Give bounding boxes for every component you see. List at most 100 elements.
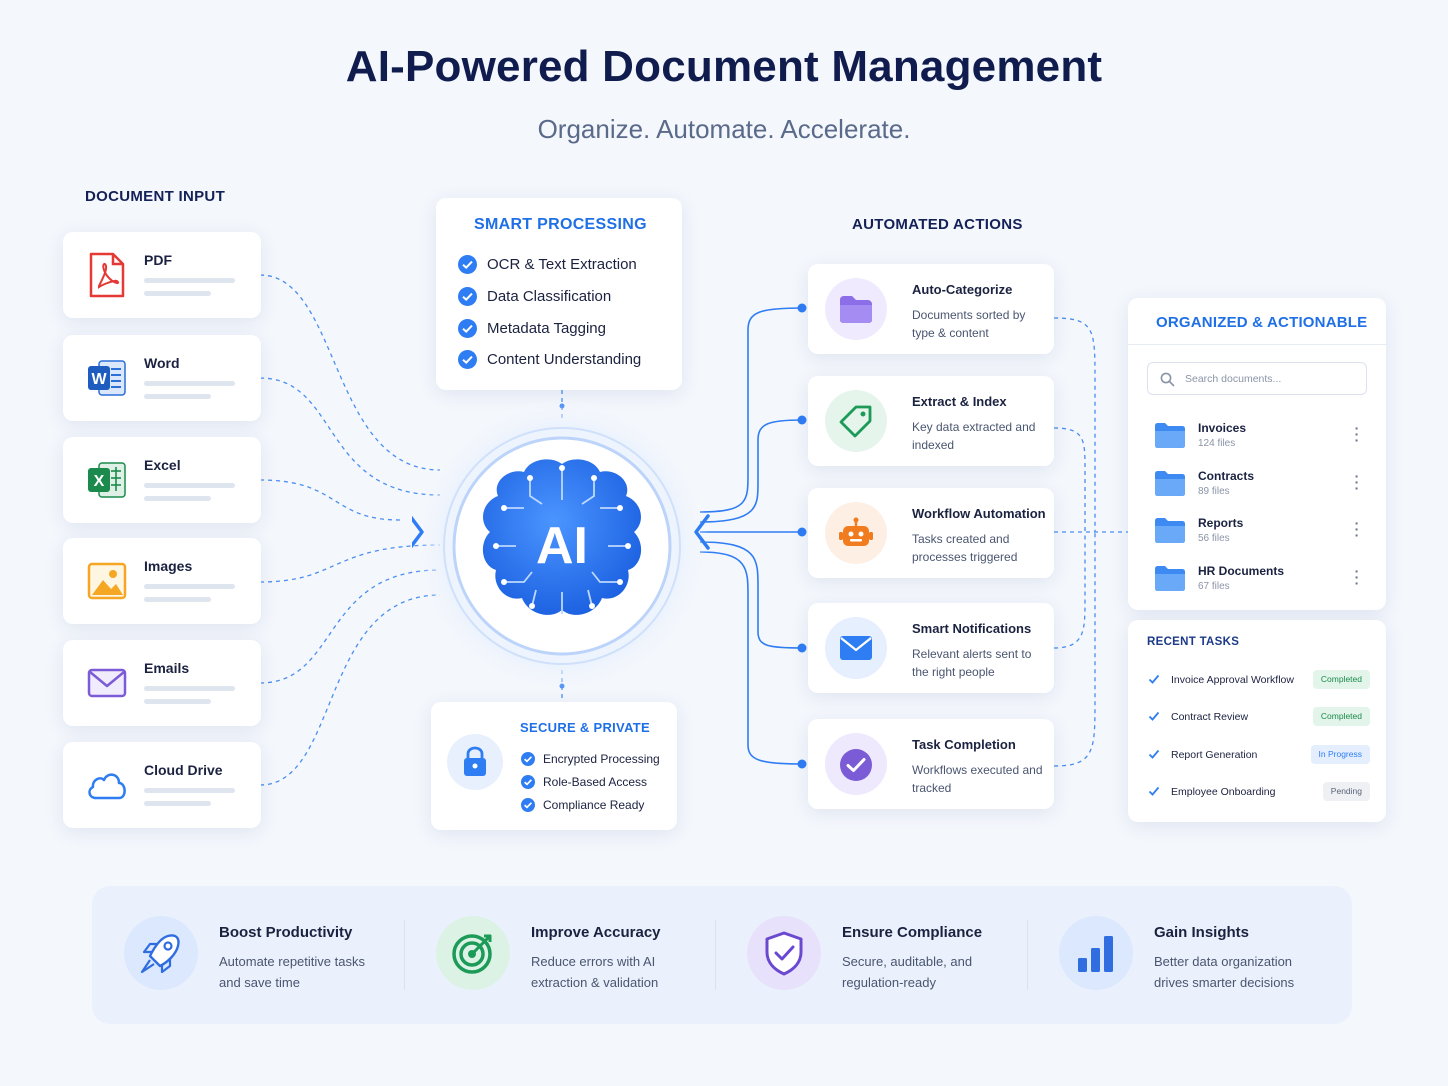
more-icon[interactable]: · · · (1354, 516, 1360, 542)
folder-icon (1155, 566, 1185, 591)
secure-item: Role-Based Access (521, 774, 647, 789)
action-title: Smart Notifications (912, 621, 1032, 636)
folder-icon (840, 296, 872, 323)
search-input[interactable]: Search documents... (1147, 362, 1367, 395)
more-icon[interactable]: · · · (1354, 469, 1360, 495)
action-title: Task Completion (912, 737, 1016, 752)
folder-row-invoices[interactable]: Invoices 124 files · · · (1154, 421, 1370, 461)
processing-item: Content Understanding (458, 350, 641, 369)
benefit-title: Boost Productivity (219, 924, 353, 941)
processing-item: Data Classification (458, 287, 611, 306)
check-icon (1148, 674, 1160, 684)
svg-text:W: W (91, 371, 107, 388)
folder-row-contracts[interactable]: Contracts 89 files · · · (1154, 469, 1370, 509)
input-card-emails[interactable]: Emails (63, 640, 261, 726)
benefit-desc: Reduce errors with AI extraction & valid… (531, 954, 659, 990)
check-circle-icon (840, 749, 872, 781)
input-card-label: Excel (144, 457, 181, 473)
more-icon[interactable]: · · · (1354, 421, 1360, 447)
robot-icon (839, 517, 873, 546)
check-icon (458, 350, 477, 369)
action-card-workflow-automation[interactable]: Workflow Automation Tasks created and pr… (808, 488, 1054, 578)
recent-tasks-panel: RECENT TASKS Invoice Approval Workflow C… (1128, 620, 1386, 822)
action-title: Extract & Index (912, 394, 1007, 409)
action-desc: Workflows executed and tracked (912, 763, 1043, 795)
benefit-title: Gain Insights (1154, 924, 1250, 941)
document-input-label: DOCUMENT INPUT (85, 188, 226, 205)
task-row[interactable]: Employee Onboarding Pending (1148, 782, 1370, 804)
action-desc: Tasks created and processes triggered (912, 532, 1018, 564)
folder-row-hr-documents[interactable]: HR Documents 67 files · · · (1154, 564, 1370, 604)
page-title: AI-Powered Document Management (345, 42, 1103, 91)
secure-item: Encrypted Processing (521, 751, 660, 766)
cloud-icon (88, 773, 126, 800)
action-card-auto-categorize[interactable]: Auto-Categorize Documents sorted by type… (808, 264, 1054, 354)
input-card-label: Emails (144, 660, 190, 676)
input-card-pdf[interactable]: PDF (63, 232, 261, 318)
organized-panel: ORGANIZED & ACTIONABLE Search documents.… (1128, 298, 1386, 610)
bar-chart-icon (1078, 936, 1113, 972)
secure-private-label: SECURE & PRIVATE (520, 720, 651, 735)
processing-item: OCR & Text Extraction (458, 255, 637, 274)
check-icon (1148, 711, 1160, 721)
task-row[interactable]: Report Generation In Progress (1148, 745, 1370, 767)
more-icon[interactable]: · · · (1354, 564, 1360, 590)
check-icon (521, 774, 535, 789)
smart-processing-card: SMART PROCESSING OCR & Text Extraction D… (436, 198, 682, 390)
benefit-title: Improve Accuracy (531, 924, 661, 941)
action-desc: Relevant alerts sent to the right people (912, 647, 1032, 679)
page-subtitle: Organize. Automate. Accelerate. (537, 114, 911, 144)
word-file-icon: W (88, 360, 126, 396)
processing-item: Metadata Tagging (458, 319, 606, 338)
check-icon (521, 797, 535, 812)
recent-tasks-label: RECENT TASKS (1147, 636, 1240, 648)
benefit-desc: Automate repetitive tasks and save time (219, 954, 365, 990)
check-icon (521, 751, 535, 766)
shield-check-icon (765, 931, 803, 976)
action-desc: Documents sorted by type & content (912, 308, 1026, 340)
benefit-desc: Secure, auditable, and regulation-ready (842, 954, 973, 990)
benefit-title: Ensure Compliance (842, 924, 983, 941)
task-row[interactable]: Invoice Approval Workflow Completed (1148, 670, 1370, 692)
pdf-file-icon (89, 252, 125, 298)
action-desc: Key data extracted and indexed (912, 420, 1036, 452)
envelope-icon (840, 636, 872, 660)
target-icon (452, 934, 492, 974)
input-card-images[interactable]: Images (63, 538, 261, 624)
status-badge: Completed (1312, 707, 1370, 726)
check-icon (458, 319, 477, 338)
email-icon (87, 668, 127, 698)
folder-icon (1155, 471, 1185, 496)
status-badge: Completed (1312, 670, 1370, 689)
check-icon (458, 255, 477, 274)
check-icon (458, 287, 477, 306)
action-card-extract-index[interactable]: Extract & Index Key data extracted and i… (808, 376, 1054, 466)
tag-icon (839, 405, 872, 438)
excel-file-icon: X (88, 462, 126, 498)
benefit-desc: Better data organization drives smarter … (1154, 954, 1295, 990)
action-title: Auto-Categorize (912, 282, 1013, 297)
folder-row-reports[interactable]: Reports 56 files · · · (1154, 516, 1370, 556)
benefit-insights: Gain Insights Better data organization d… (1059, 886, 1339, 1026)
input-card-excel[interactable]: X Excel (63, 437, 261, 523)
folder-icon (1155, 423, 1185, 448)
status-badge: Pending (1322, 782, 1370, 801)
secure-private-card: SECURE & PRIVATE Encrypted Processing Ro… (431, 702, 677, 830)
lock-icon (447, 734, 503, 790)
action-title: Workflow Automation (912, 506, 1046, 521)
check-icon (1148, 749, 1160, 759)
rocket-icon (140, 934, 180, 974)
input-card-cloud-drive[interactable]: Cloud Drive (63, 742, 261, 828)
smart-processing-label: SMART PROCESSING (474, 216, 647, 233)
folder-icon (1155, 518, 1185, 543)
svg-text:X: X (94, 473, 105, 490)
input-card-word[interactable]: W Word (63, 335, 261, 421)
input-card-label: Word (144, 355, 180, 371)
task-row[interactable]: Contract Review Completed (1148, 707, 1370, 729)
search-icon (1160, 372, 1175, 387)
benefit-accuracy: Improve Accuracy Reduce errors with AI e… (436, 886, 716, 1026)
action-card-smart-notifications[interactable]: Smart Notifications Relevant alerts sent… (808, 603, 1054, 693)
status-badge: In Progress (1310, 745, 1370, 764)
ai-core-label: AI (536, 517, 588, 575)
action-card-task-completion[interactable]: Task Completion Workflows executed and t… (808, 719, 1054, 809)
